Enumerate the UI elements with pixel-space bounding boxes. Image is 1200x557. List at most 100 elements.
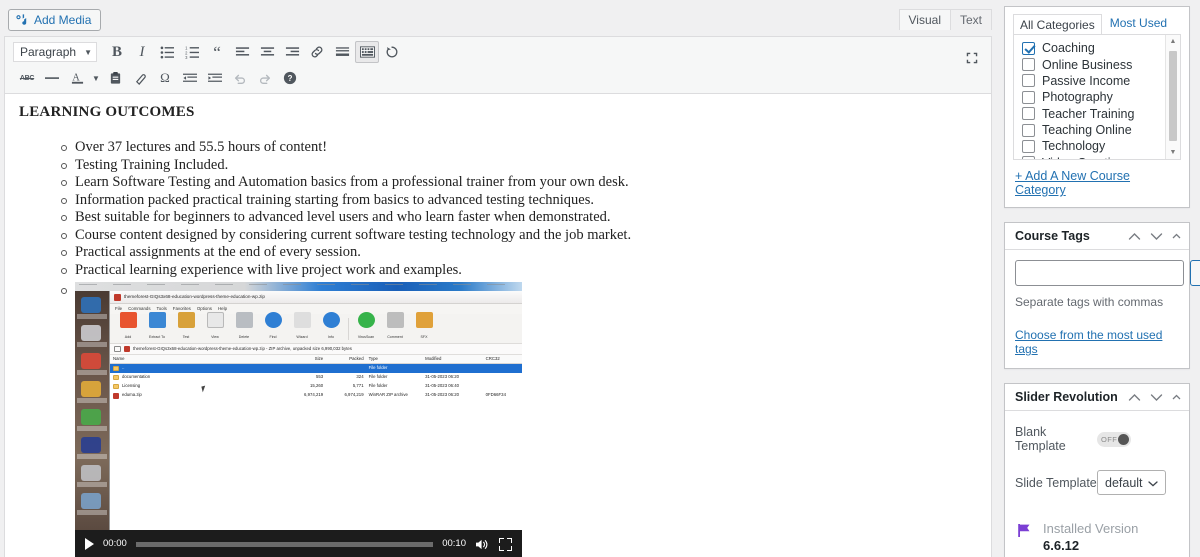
course-tags-body: Add Separate tags with commas Choose fro… xyxy=(1005,250,1189,368)
checkbox-photography[interactable] xyxy=(1022,91,1035,104)
list-item: Learn Software Testing and Automation ba… xyxy=(75,174,977,191)
editor-content[interactable]: LEARNING OUTCOMES Over 37 lectures and 5… xyxy=(5,94,991,557)
slider-revolution-body: Blank Template OFF Slide Template defaul… xyxy=(1005,411,1189,557)
volume-icon[interactable] xyxy=(475,538,490,551)
slider-revolution-header: Slider Revolution xyxy=(1005,384,1189,411)
checkbox-coaching[interactable] xyxy=(1022,42,1035,55)
align-center-button[interactable] xyxy=(255,41,279,63)
editor-toolbar: Paragraph ▼ B I 123 “ xyxy=(5,37,991,94)
format-select[interactable]: Paragraph ▼ xyxy=(13,42,97,62)
svg-text:A: A xyxy=(72,72,80,83)
toggle-panel-icon[interactable] xyxy=(1172,394,1181,401)
add-new-course-category-link[interactable]: + Add A New Course Category xyxy=(1005,160,1189,207)
most-used-tags-link[interactable]: Choose from the most used tags xyxy=(1015,328,1179,356)
add-media-icon xyxy=(15,13,29,27)
play-button[interactable] xyxy=(85,538,94,550)
scroll-down-icon[interactable]: ▼ xyxy=(1166,146,1180,159)
checkbox-passive-income[interactable] xyxy=(1022,74,1035,87)
svg-text:3: 3 xyxy=(185,55,188,59)
text-color-chevron-icon[interactable]: ▼ xyxy=(90,67,102,89)
revolution-slider-button[interactable] xyxy=(380,41,404,63)
video-controls: 00:00 00:10 xyxy=(75,530,522,557)
editor-frame: Paragraph ▼ B I 123 “ xyxy=(4,36,992,557)
list-item: Course content designed by considering c… xyxy=(75,227,977,244)
horizontal-line-button[interactable] xyxy=(40,67,64,89)
move-up-icon[interactable] xyxy=(1128,232,1141,241)
fullscreen-icon[interactable] xyxy=(499,538,512,551)
strikethrough-button[interactable]: ABC xyxy=(15,67,39,89)
checkbox-technology[interactable] xyxy=(1022,140,1035,153)
numbered-list-button[interactable]: 123 xyxy=(180,41,204,63)
category-list: Coaching Online Business Passive Income … xyxy=(1013,34,1181,160)
special-character-button[interactable]: Ω xyxy=(153,67,177,89)
increase-indent-button[interactable] xyxy=(203,67,227,89)
italic-button[interactable]: I xyxy=(130,41,154,63)
distraction-free-writing-button[interactable] xyxy=(965,51,979,68)
embedded-video-player[interactable]: themeforest-GIQs3x68-education-wordpress… xyxy=(75,282,522,557)
toggle-panel-icon[interactable] xyxy=(1172,233,1181,240)
keyboard-shortcuts-button[interactable]: ? xyxy=(278,67,302,89)
add-media-label: Add Media xyxy=(34,14,91,26)
tab-all-categories[interactable]: All Categories xyxy=(1013,14,1102,35)
category-item-technology[interactable]: Technology xyxy=(1014,138,1180,154)
checkbox-teacher-training[interactable] xyxy=(1022,107,1035,120)
checkbox-teaching-online[interactable] xyxy=(1022,124,1035,137)
bold-button[interactable]: B xyxy=(105,41,129,63)
toolbar-toggle-button[interactable] xyxy=(355,41,379,63)
move-up-icon[interactable] xyxy=(1128,393,1141,402)
checkbox-video-creation[interactable] xyxy=(1022,156,1035,160)
bulleted-list-button[interactable] xyxy=(155,41,179,63)
progress-bar[interactable] xyxy=(136,542,433,547)
category-item-teaching-online[interactable]: Teaching Online xyxy=(1014,122,1180,138)
chevron-down-icon xyxy=(1148,476,1158,490)
paste-as-text-button[interactable] xyxy=(103,67,127,89)
toolbar-row-2: ABC A ▼ Ω xyxy=(5,65,991,91)
tab-visual[interactable]: Visual xyxy=(899,9,951,30)
category-item-teacher-training[interactable]: Teacher Training xyxy=(1014,106,1180,122)
insert-link-button[interactable] xyxy=(305,41,329,63)
category-label: Passive Income xyxy=(1042,74,1130,88)
duration: 00:10 xyxy=(442,536,466,553)
blockquote-button[interactable]: “ xyxy=(205,41,229,63)
align-right-button[interactable] xyxy=(280,41,304,63)
editor-column: Add Media Visual Text Paragraph ▼ B I xyxy=(0,0,996,557)
decrease-indent-button[interactable] xyxy=(178,67,202,89)
category-item-video-creation[interactable]: Video Creation xyxy=(1014,155,1180,160)
add-tag-button[interactable]: Add xyxy=(1190,260,1200,286)
undo-button[interactable] xyxy=(228,67,252,89)
text-color-button[interactable]: A xyxy=(65,67,89,89)
chevron-down-icon: ▼ xyxy=(84,48,92,57)
category-item-passive-income[interactable]: Passive Income xyxy=(1014,73,1180,89)
category-label: Teacher Training xyxy=(1042,107,1134,121)
redo-button[interactable] xyxy=(253,67,277,89)
slide-template-select[interactable]: default xyxy=(1097,470,1166,495)
checkbox-online-business[interactable] xyxy=(1022,58,1035,71)
learning-outcomes-list: Over 37 lectures and 55.5 hours of conte… xyxy=(19,139,977,557)
category-scrollbar[interactable]: ▲ ▼ xyxy=(1165,35,1180,159)
installed-version-label: Installed Version xyxy=(1043,521,1138,537)
list-item: Over 37 lectures and 55.5 hours of conte… xyxy=(75,139,977,156)
scroll-up-icon[interactable]: ▲ xyxy=(1166,35,1180,48)
blank-template-toggle[interactable]: OFF xyxy=(1097,432,1131,447)
tab-text[interactable]: Text xyxy=(950,9,992,30)
editor-topbar: Add Media Visual Text xyxy=(0,0,996,36)
move-down-icon[interactable] xyxy=(1150,232,1163,241)
winrar-toolbar: Add Extract To Test View Delete Find Wiz… xyxy=(110,314,522,344)
list-item-video: themeforest-GIQs3x68-education-wordpress… xyxy=(75,282,977,557)
tab-most-used[interactable]: Most Used xyxy=(1104,13,1173,34)
slide-template-label: Slide Template xyxy=(1015,476,1097,490)
tag-hint: Separate tags with commas xyxy=(1015,295,1179,309)
move-down-icon[interactable] xyxy=(1150,393,1163,402)
add-media-button[interactable]: Add Media xyxy=(8,9,101,31)
clear-formatting-button[interactable] xyxy=(128,67,152,89)
category-item-coaching[interactable]: Coaching xyxy=(1014,40,1180,56)
panel-title: Course Tags xyxy=(1015,229,1090,243)
list-item: Practical assignments at the end of ever… xyxy=(75,244,977,261)
read-more-button[interactable] xyxy=(330,41,354,63)
category-item-online-business[interactable]: Online Business xyxy=(1014,56,1180,72)
tag-input[interactable] xyxy=(1015,260,1184,286)
align-left-button[interactable] xyxy=(230,41,254,63)
editor-mode-tabs: Visual Text xyxy=(900,9,992,30)
category-item-photography[interactable]: Photography xyxy=(1014,89,1180,105)
scrollbar-thumb[interactable] xyxy=(1169,51,1177,141)
